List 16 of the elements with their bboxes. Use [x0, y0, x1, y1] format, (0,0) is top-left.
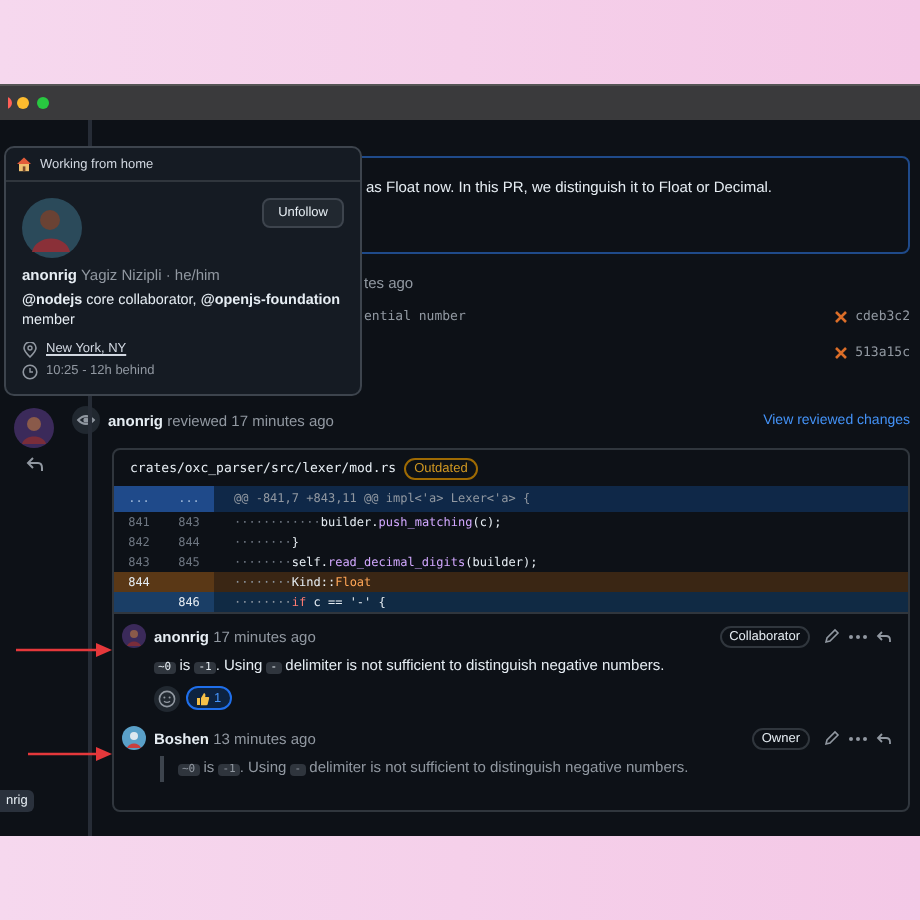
house-icon: [16, 156, 32, 172]
pencil-icon[interactable]: [824, 730, 840, 746]
reply-icon[interactable]: [876, 629, 892, 643]
more-icon[interactable]: [848, 735, 868, 741]
window-controls-icon[interactable]: [8, 96, 52, 110]
thumbs-up-icon: [196, 691, 210, 705]
clock-icon: [22, 363, 38, 379]
avatar[interactable]: [122, 726, 146, 750]
reply-icon[interactable]: [876, 731, 892, 745]
add-reaction-icon[interactable]: [154, 685, 180, 711]
annotation-arrow: [16, 642, 112, 658]
reply-icon[interactable]: [25, 456, 43, 472]
annotation-arrow: [28, 746, 112, 762]
pencil-icon[interactable]: [824, 628, 840, 644]
more-icon[interactable]: [848, 633, 868, 639]
location-pin-icon: [22, 341, 38, 357]
